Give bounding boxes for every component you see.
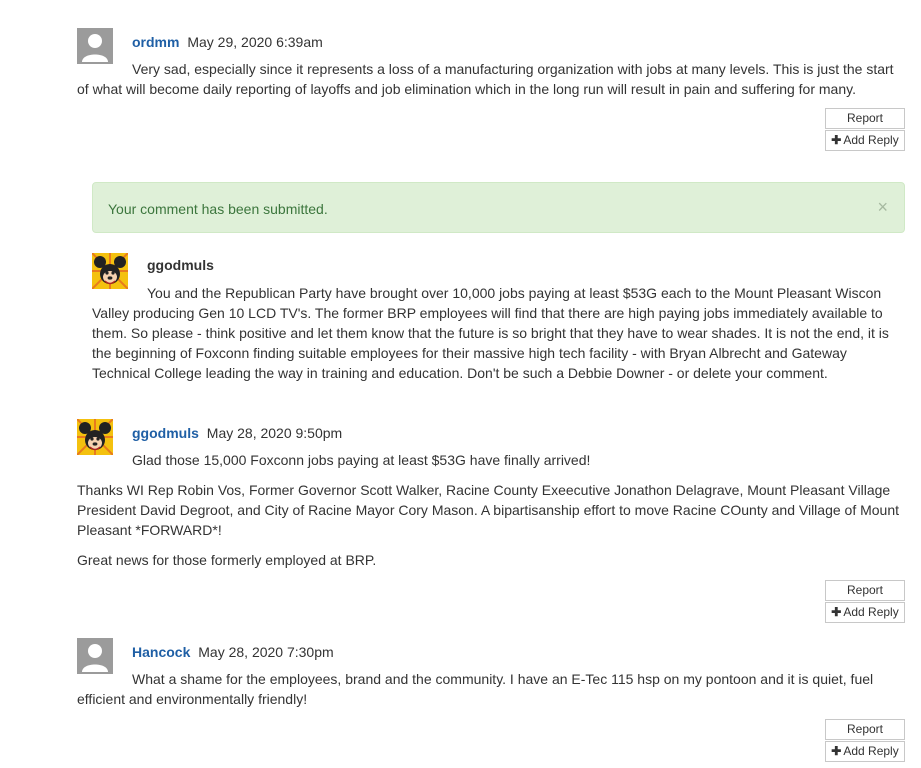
- report-button[interactable]: Report: [825, 108, 905, 129]
- comment-actions: Report ✚ Add Reply: [825, 719, 905, 763]
- comment-meta: ordmm May 29, 2020 6:39am: [132, 34, 323, 50]
- report-label: Report: [846, 722, 884, 736]
- add-reply-label: Add Reply: [843, 744, 899, 758]
- comment-author-link[interactable]: ggodmuls: [132, 425, 199, 441]
- comment-actions: Report ✚ Add Reply: [825, 108, 905, 152]
- comment-meta: ggodmuls May 28, 2020 9:50pm: [132, 425, 342, 441]
- comment-author-link[interactable]: Hancock: [132, 644, 190, 660]
- plus-icon: ✚: [831, 744, 842, 758]
- comment-meta: Hancock May 28, 2020 7:30pm: [132, 644, 334, 660]
- alert-message: Your comment has been submitted.: [108, 201, 328, 217]
- comment-actions: Report ✚ Add Reply: [825, 580, 905, 624]
- reply-paragraph: You and the Republican Party have brough…: [92, 285, 889, 381]
- comment-body: What a shame for the employees, brand an…: [77, 669, 905, 719]
- add-reply-label: Add Reply: [843, 133, 899, 147]
- add-reply-label: Add Reply: [843, 605, 899, 619]
- comment-body: Very sad, especially since it represents…: [77, 59, 905, 109]
- report-label: Report: [846, 583, 884, 597]
- comment-body: Glad those 15,000 Foxconn jobs paying at…: [77, 450, 905, 580]
- reply-author: ggodmuls: [147, 257, 214, 273]
- add-reply-button[interactable]: ✚ Add Reply: [825, 130, 905, 151]
- add-reply-button[interactable]: ✚ Add Reply: [825, 602, 905, 623]
- comment-date: May 28, 2020 9:50pm: [206, 425, 343, 441]
- success-alert: Your comment has been submitted. ×: [92, 182, 905, 233]
- comment-paragraph: Very sad, especially since it represents…: [77, 61, 894, 97]
- plus-icon: ✚: [831, 605, 842, 619]
- comment-paragraph: Glad those 15,000 Foxconn jobs paying at…: [132, 452, 591, 468]
- close-icon[interactable]: ×: [877, 198, 888, 216]
- comment-author-link[interactable]: ordmm: [132, 34, 179, 50]
- report-button[interactable]: Report: [825, 580, 905, 601]
- comment-paragraph: What a shame for the employees, brand an…: [77, 671, 874, 707]
- report-label: Report: [846, 111, 884, 125]
- comment-paragraph: Thanks WI Rep Robin Vos, Former Governor…: [77, 482, 900, 538]
- comment-paragraph: Great news for those formerly employed a…: [77, 552, 377, 568]
- reply-body: You and the Republican Party have brough…: [92, 283, 905, 383]
- plus-icon: ✚: [831, 133, 842, 147]
- comment-date: May 29, 2020 6:39am: [187, 34, 323, 50]
- add-reply-button[interactable]: ✚ Add Reply: [825, 741, 905, 762]
- report-button[interactable]: Report: [825, 719, 905, 740]
- comment-date: May 28, 2020 7:30pm: [198, 644, 334, 660]
